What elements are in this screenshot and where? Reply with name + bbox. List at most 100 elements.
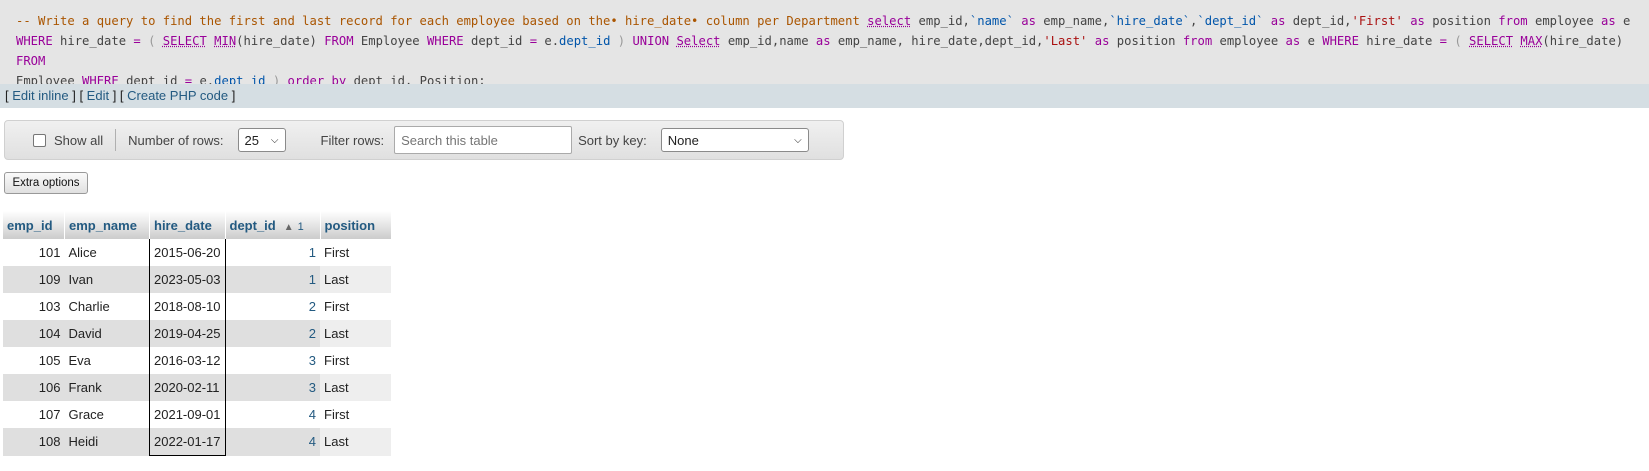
sql-token: position [1116,34,1183,48]
column-header-dept-id[interactable]: dept_id ▲ 1 [225,211,321,239]
sort-by-key-label: Sort by key: [578,132,647,148]
table-row[interactable]: 107 Grace 2021-09-01 4 First [3,401,391,428]
sql-token: WHERE [426,34,464,48]
hire-date-cell: 2015-06-20 [149,239,226,266]
emp-name-cell: Grace [64,401,150,428]
table-row[interactable]: 106 Frank 2020-02-11 3 Last [3,374,391,401]
bracket-text: ] [228,88,236,103]
sql-token: emp_name, hire_date,dept_id, [830,34,1044,48]
sort-by-key-select[interactable]: None ⌵ [660,128,809,152]
sql-token: e [1300,34,1323,48]
chevron-down-icon: ⌵ [270,134,279,146]
sql-token: ( [140,34,163,48]
position-cell: First [320,293,391,320]
hire-date-cell: 2021-09-01 [149,401,226,428]
sql-token: as [1013,14,1044,28]
column-header-emp-id[interactable]: emp_id [3,211,65,239]
table-row[interactable]: 105 Eva 2016-03-12 3 First [3,347,391,374]
emp-name-cell: Alice [64,239,150,266]
sql-token: `dept_id` [1197,14,1264,28]
sort-by-key-value: None [667,132,699,148]
sql-token: position [1432,14,1499,28]
sort-order-number: 1 [297,220,304,233]
show-all-label[interactable]: Show all [54,133,103,148]
sql-token: dept_id, [1292,14,1352,28]
position-cell: First [320,239,391,266]
sql-token: 'Last' [1043,34,1088,48]
hire-date-cell: 2019-04-25 [149,320,226,347]
sql-token: emp_name, [1043,14,1110,28]
filter-rows-input[interactable] [394,126,573,154]
sql-token: as [815,34,831,48]
number-of-rows-value: 25 [244,132,259,148]
emp-name-cell: Eva [64,347,150,374]
edit-link[interactable]: Edit [87,88,109,103]
table-row[interactable]: 109 Ivan 2023-05-03 1 Last [3,266,391,293]
sql-token: FROM [16,54,46,68]
sql-token: Employee [353,34,427,48]
sql-token: ) [610,34,633,48]
sql-query-box: -- Write a query to find the first and l… [0,0,1649,88]
dept-id-header-label: dept_id [229,217,276,233]
sql-token: e. [537,34,560,48]
sql-token: as [1601,14,1616,28]
sort-ascending-icon: ▲ [283,221,294,233]
sql-token: `hire_date` [1109,14,1191,28]
number-of-rows-select[interactable]: 25 ⌵ [237,128,286,152]
sql-token: `name` [969,14,1014,28]
sql-token: dept_id [559,34,611,48]
show-all-checkbox[interactable] [33,133,46,147]
table-row[interactable]: 101 Alice 2015-06-20 1 First [3,239,391,266]
sql-token: employee [1212,34,1286,48]
table-row[interactable]: 104 David 2019-04-25 2 Last [3,320,391,347]
column-header-emp-name[interactable]: emp_name [64,211,150,239]
emp-name-cell: Heidi [64,428,150,456]
sql-token: dept_id [463,34,530,48]
dept-id-cell: 4 [225,428,320,456]
position-cell: First [320,347,391,374]
filter-rows-label: Filter rows: [320,132,385,148]
create-php-code-link[interactable]: Create PHP code [127,88,228,103]
sql-token: employee [1527,14,1602,28]
sql-token: hire_date [1358,34,1440,48]
emp-name-cell: Frank [64,374,150,401]
bracket-text: ] [ [68,88,87,103]
sql-token: emp_id,name [720,34,816,48]
sql-token: SELECT [162,34,207,48]
table-row[interactable]: 108 Heidi 2022-01-17 4 Last [3,428,391,456]
sql-token: WHERE [16,34,53,48]
dept-id-cell: 3 [225,374,320,401]
number-of-rows-label: Number of rows: [128,132,224,148]
edit-inline-link[interactable]: Edit inline [12,88,68,103]
table-header-row: emp_id emp_name hire_date dept_id ▲ 1 posi… [3,211,392,239]
sql-token: select [867,14,912,28]
divider [115,129,117,151]
sql-token: = [133,34,141,48]
position-cell: First [320,401,391,428]
dept-id-cell: 2 [225,320,320,347]
emp-id-cell: 107 [3,401,65,428]
sql-token: WHERE [1322,34,1359,48]
sql-token: (hire_date) [1542,34,1624,48]
emp-name-cell: Ivan [64,266,150,293]
sql-line-2: WHERE hire_date = ( SELECT MIN(hire_date… [16,31,1633,71]
results-table: emp_id emp_name hire_date dept_id ▲ 1 posi… [3,211,392,456]
hire-date-cell: 2020-02-11 [149,374,226,401]
sql-token: as [1087,34,1117,48]
hire-date-cell: 2016-03-12 [149,347,226,374]
sql-token: ( [1447,34,1470,48]
table-row[interactable]: 103 Charlie 2018-08-10 2 First [3,293,391,320]
sql-token: UNION [632,34,670,48]
sql-token: as [1402,14,1433,28]
emp-id-cell: 108 [3,428,65,456]
sql-token: = [1439,34,1447,48]
sql-token: emp_id, [911,14,970,28]
column-header-hire-date[interactable]: hire_date [149,211,226,239]
emp-id-cell: 105 [3,347,65,374]
sql-token: 'First' [1351,14,1403,28]
column-header-position[interactable]: position [320,211,392,239]
sql-token: hire_date [52,34,134,48]
position-cell: Last [320,266,391,293]
extra-options-button[interactable]: Extra options [4,172,88,194]
emp-id-cell: 109 [3,266,65,293]
